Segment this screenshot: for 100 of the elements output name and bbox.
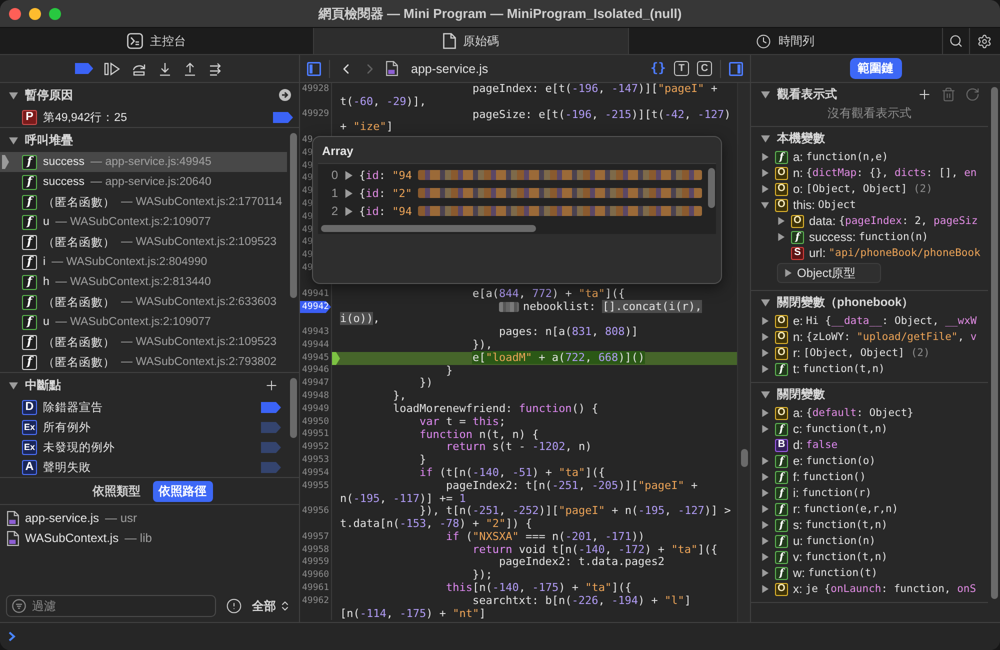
disclosure-triangle-icon[interactable] [761,585,769,593]
breakpoint-marker[interactable]: 49942 [300,300,331,314]
stack-frame-row[interactable]: f h — WASubContext.js:2:813440 [0,272,287,292]
stack-frame-row[interactable]: f success — app-service.js:49945 [0,152,287,172]
toggle-button[interactable]: C [697,61,712,76]
step-into-icon[interactable] [158,62,172,76]
stack-frame-row[interactable]: f （匿名函數） — WASubContext.js:2:1770114 [0,192,287,212]
scrollbar-thumb[interactable] [990,87,998,599]
type-badge: f [22,354,37,370]
pretty-print-button[interactable]: {} [650,61,666,76]
breakpoint-toggle-icon[interactable] [75,63,93,74]
right-sidebar-icon[interactable] [729,62,743,76]
stack-frame-row[interactable]: f （匿名函數） — WASubContext.js:2:109523 [0,332,287,352]
grouping-tab[interactable]: 依照類型 [86,480,146,502]
breakpoint-row[interactable]: D 除錯器宣告 [0,397,287,417]
variable-value: function(n,e) [806,151,888,163]
disclosure-triangle-icon[interactable] [761,521,769,529]
disclosure-triangle-icon[interactable] [777,233,785,241]
scope-chain-tab[interactable]: 範圍鏈 [850,58,902,79]
breakpoint-row[interactable]: A 聲明失敗 [0,457,287,477]
breakpoint-flag-icon[interactable] [261,402,281,412]
file-row[interactable]: app-service.js — usr [0,508,299,528]
disclosure-triangle-icon[interactable] [761,298,770,306]
go-to-arrow-icon[interactable] [279,89,291,101]
disclosure-triangle-icon[interactable] [9,90,18,100]
disclosure-triangle-icon[interactable] [761,169,769,177]
line-number: 49960 [301,571,330,580]
stack-frame-row[interactable]: f i — WASubContext.js:2:804990 [0,252,287,272]
disclosure-triangle-icon[interactable] [761,409,769,417]
scrollbar-thumb[interactable] [321,224,536,232]
disclosure-triangle-icon[interactable] [761,505,769,513]
scope-select[interactable]: 全部 [252,598,291,614]
close-button[interactable] [9,8,21,20]
breakpoint-row[interactable]: Ex 未發現的例外 [0,437,287,457]
type-badge: f [791,230,804,244]
exclamation-circle-icon[interactable] [226,598,242,614]
stack-frame-row[interactable]: f success — app-service.js:20640 [0,172,287,192]
grouping-tab[interactable]: 依照路徑 [152,480,212,502]
disclosure-triangle-icon[interactable] [761,349,769,357]
disclosure-triangle-icon[interactable] [9,136,18,144]
disclosure-triangle-icon[interactable] [344,206,353,216]
zoom-button[interactable] [49,8,61,20]
disclosure-triangle-icon[interactable] [761,569,769,577]
variable-name: r: [793,346,800,360]
disclosure-triangle-icon[interactable] [761,134,770,142]
disclosure-triangle-icon[interactable] [9,380,18,390]
filter-field[interactable]: 過濾 [6,595,216,617]
stack-frame-row[interactable]: f （匿名函數） — WASubContext.js:2:109523 [0,232,287,252]
disclosure-triangle-icon[interactable] [761,473,769,481]
disclosure-triangle-icon[interactable] [761,333,769,341]
code-line: n(-195, -117)] += 1 [340,492,466,506]
scrollbar-thumb[interactable] [290,378,296,438]
line-number: 49954 [301,468,330,478]
scrollbar-thumb[interactable] [740,449,748,467]
add-icon[interactable] [264,378,279,392]
stack-frame-row[interactable]: f u — WASubContext.js:2:109077 [0,312,287,332]
line-number: 49961 [301,584,330,593]
continue-icon[interactable] [104,62,120,76]
prototype-button[interactable]: Object原型 [777,263,881,283]
stack-frame-row[interactable]: f （匿名函數） — WASubContext.js:2:793802 [0,352,287,372]
disclosure-triangle-icon[interactable] [761,185,769,193]
disclosure-triangle-icon[interactable] [761,425,769,433]
disclosure-triangle-icon[interactable] [761,317,769,325]
left-sidebar-icon[interactable] [307,62,321,76]
line-number: 49 [301,264,313,274]
disclosure-triangle-icon[interactable] [784,269,792,277]
disclosure-triangle-icon[interactable] [344,188,353,198]
breakpoint-row[interactable]: Ex 所有例外 [0,417,287,437]
file-row[interactable]: WASubContext.js — lib [0,528,299,548]
disclosure-triangle-icon[interactable] [761,90,770,98]
disclosure-triangle-icon[interactable] [761,457,769,465]
disclosure-triangle-icon[interactable] [761,489,769,497]
minimize-button[interactable] [29,8,41,20]
disclosure-triangle-icon[interactable] [761,553,769,561]
variable-value: Hi {__data__: Object, __wxW [806,315,977,327]
tab[interactable]: 時間列 [628,28,943,54]
type-badge: f [775,534,788,548]
code-line: pageIndex: e[t(-196, -147)]["pageI" + [472,83,718,96]
add-icon[interactable] [917,86,932,102]
stack-frame-row[interactable]: f （匿名函數） — WASubContext.js:2:633603 [0,292,287,312]
prompt-chevron-icon [8,631,16,642]
disclosure-triangle-icon[interactable] [761,365,769,373]
type-badge: f [775,470,788,484]
step-over-icon[interactable] [131,62,147,76]
disclosure-triangle-icon[interactable] [761,201,769,209]
step-out-icon[interactable] [183,62,197,76]
disclosure-triangle-icon[interactable] [344,170,353,180]
scrollbar-thumb[interactable] [708,168,714,208]
stack-frame-row[interactable]: f u — WASubContext.js:2:109077 [0,212,287,232]
variable-value: function(n) [858,231,928,243]
toggle-button[interactable]: T [674,61,689,76]
disclosure-triangle-icon[interactable] [761,390,770,398]
disclosure-triangle-icon[interactable] [761,153,769,161]
tab[interactable]: 原始碼 [314,28,629,54]
disclosure-triangle-icon[interactable] [777,217,785,225]
disclosure-triangle-icon[interactable] [761,537,769,545]
variable-name: w: [793,566,805,580]
variable-value: function(t) [808,567,878,579]
scrollbar-thumb[interactable] [290,133,296,298]
breakpoint-flag-icon[interactable] [273,112,293,122]
